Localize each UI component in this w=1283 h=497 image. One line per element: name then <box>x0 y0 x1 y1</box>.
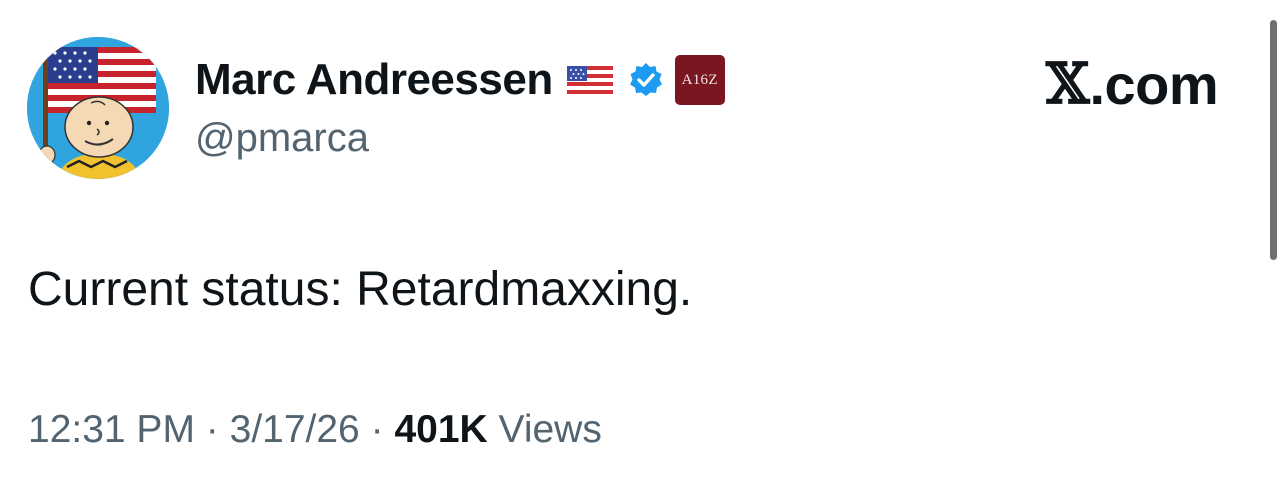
tweet-meta: 12:31 PM · 3/17/26 · 401K Views <box>28 408 602 452</box>
scrollbar[interactable] <box>1270 20 1277 260</box>
verified-badge-icon[interactable] <box>627 61 665 99</box>
meta-separator: · <box>370 408 384 451</box>
author-display-name[interactable]: Marc Andreessen <box>195 55 553 105</box>
meta-separator: · <box>205 408 219 451</box>
views-label: Views <box>498 408 602 451</box>
avatar[interactable] <box>27 37 169 179</box>
us-flag-icon <box>566 64 613 96</box>
tweet-time[interactable]: 12:31 PM <box>28 408 195 451</box>
tweet-date[interactable]: 3/17/26 <box>230 408 360 451</box>
author-name-row: Marc Andreessen A16Z <box>195 50 725 110</box>
site-domain: .com <box>1089 52 1219 116</box>
x-logo-icon: 𝕏 <box>1046 51 1090 117</box>
author-handle[interactable]: @pmarca <box>195 116 369 161</box>
avatar-image <box>27 37 169 179</box>
site-logo: 𝕏 .com <box>1046 51 1219 117</box>
views-count[interactable]: 401K <box>394 408 487 451</box>
tweet-text: Current status: Retardmaxxing. <box>28 263 693 316</box>
affiliation-badge[interactable]: A16Z <box>674 55 725 105</box>
